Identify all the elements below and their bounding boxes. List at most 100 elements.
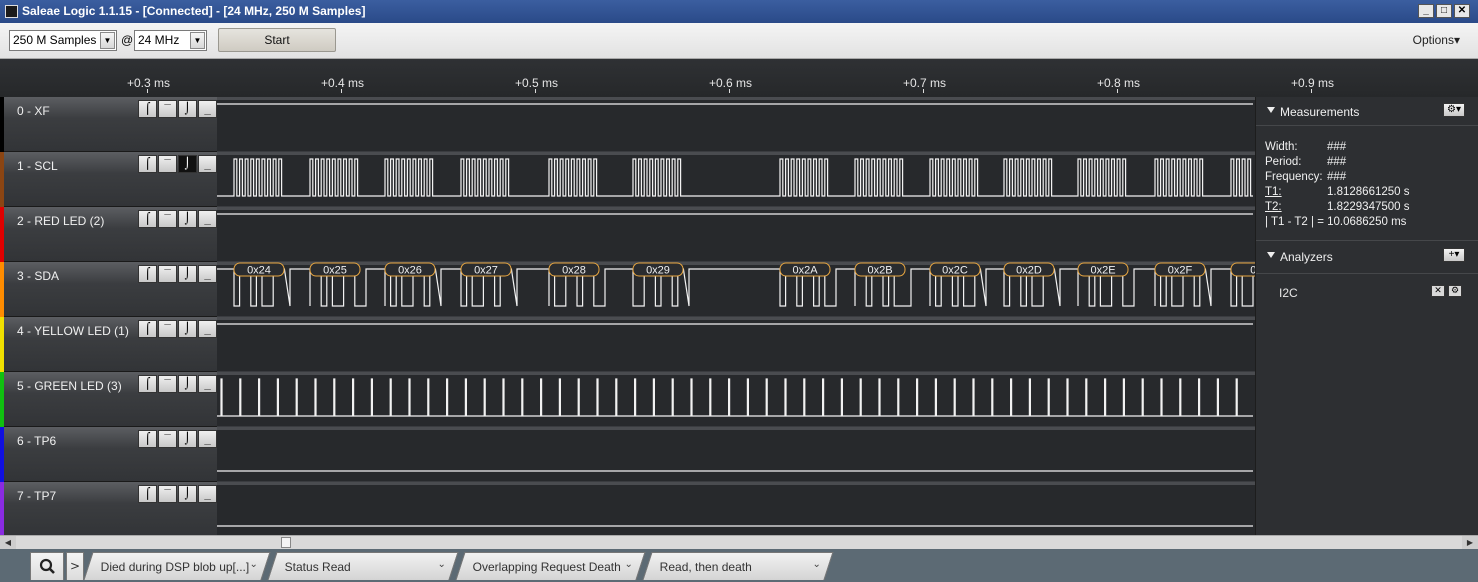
channel-label-panel[interactable]: 0 - XF ⌠ ‾ ⌡ _ <box>4 97 217 152</box>
channel-row: 3 - SDA ⌠ ‾ ⌡ _ 0x24 0x25 0x26 0x27 0x28 0x29 0x2A 0… <box>0 262 1255 317</box>
channel-label-panel[interactable]: 3 - SDA ⌠ ‾ ⌡ _ <box>4 262 217 317</box>
i2c-byte-label[interactable]: 0x29 <box>632 262 684 277</box>
time-ruler[interactable]: +0.3 ms +0.4 ms +0.5 ms +0.6 ms +0.7 ms +0.8 … <box>0 59 1478 97</box>
scroll-right-icon[interactable]: ▶ <box>1462 536 1478 549</box>
rising-edge-trigger-icon[interactable]: ⌠ <box>138 100 157 118</box>
rate-select[interactable]: 24 MHz ▼ <box>134 30 207 51</box>
low-level-trigger-icon[interactable]: _ <box>198 210 217 228</box>
scroll-thumb[interactable] <box>281 537 291 548</box>
i2c-byte-label[interactable]: 0x28 <box>548 262 600 277</box>
search-tab[interactable] <box>30 552 64 580</box>
i2c-byte-label[interactable]: 0x26 <box>384 262 436 277</box>
falling-edge-trigger-icon[interactable]: ⌡ <box>178 210 197 228</box>
low-level-trigger-icon[interactable]: _ <box>198 430 217 448</box>
rising-edge-trigger-icon[interactable]: ⌠ <box>138 265 157 283</box>
high-level-trigger-icon[interactable]: ‾ <box>158 210 177 228</box>
channel-label-panel[interactable]: 6 - TP6 ⌠ ‾ ⌡ _ <box>4 427 217 482</box>
add-analyzer-button[interactable]: +▾ <box>1443 248 1465 262</box>
tab-died-during-dsp[interactable]: Died during DSP blob up[...] ⌄ <box>83 552 271 580</box>
i2c-byte-label[interactable]: 0x2F <box>1154 262 1206 277</box>
i2c-byte-label[interactable]: 0x2A <box>779 262 831 277</box>
falling-edge-trigger-icon[interactable]: ⌡ <box>178 375 197 393</box>
tab-read-then-death[interactable]: Read, then death ⌄ <box>642 552 834 580</box>
channel-label-panel[interactable]: 5 - GREEN LED (3) ⌠ ‾ ⌡ _ <box>4 372 217 427</box>
tick-mark <box>1311 89 1312 93</box>
waveform-area[interactable]: 0x24 0x25 0x26 0x27 0x28 0x29 0x2A 0x2B 0x2C 0x2D… <box>217 262 1255 317</box>
high-level-trigger-icon[interactable]: ‾ <box>158 485 177 503</box>
tick-mark <box>1117 89 1118 93</box>
waveform-trace <box>217 317 1255 325</box>
waveform-area[interactable] <box>217 317 1255 372</box>
channel-label-panel[interactable]: 2 - RED LED (2) ⌠ ‾ ⌡ _ <box>4 207 217 262</box>
time-tick-label: +0.9 ms <box>1291 76 1335 90</box>
falling-edge-trigger-icon[interactable]: ⌡ <box>178 155 197 173</box>
rising-edge-trigger-icon[interactable]: ⌠ <box>138 210 157 228</box>
channel-label-panel[interactable]: 1 - SCL ⌠ ‾ ⌡ _ <box>4 152 217 207</box>
low-level-trigger-icon[interactable]: _ <box>198 375 217 393</box>
falling-edge-trigger-icon[interactable]: ⌡ <box>178 100 197 118</box>
low-level-trigger-icon[interactable]: _ <box>198 320 217 338</box>
falling-edge-trigger-icon[interactable]: ⌡ <box>178 320 197 338</box>
measurements-header[interactable]: Measurements ⚙▾ <box>1256 97 1478 127</box>
i2c-byte-label[interactable]: 0x24 <box>233 262 285 277</box>
horizontal-scrollbar[interactable]: ◀ ▶ <box>0 535 1478 549</box>
close-button[interactable]: ✕ <box>1454 4 1470 18</box>
time-tick-label: +0.4 ms <box>321 76 365 90</box>
tab-overlapping-request-death[interactable]: Overlapping Request Death ⌄ <box>455 552 646 580</box>
waveform-area[interactable] <box>217 372 1255 427</box>
high-level-trigger-icon[interactable]: ‾ <box>158 265 177 283</box>
i2c-byte-label[interactable]: 0x2D <box>1003 262 1055 277</box>
chevron-right-icon[interactable]: > <box>66 552 84 580</box>
high-level-trigger-icon[interactable]: ‾ <box>158 100 177 118</box>
i2c-byte-label[interactable]: 0x2B <box>854 262 906 277</box>
rising-edge-trigger-icon[interactable]: ⌠ <box>138 430 157 448</box>
i2c-byte-label[interactable]: 0x2C <box>929 262 981 277</box>
falling-edge-trigger-icon[interactable]: ⌡ <box>178 485 197 503</box>
rising-edge-trigger-icon[interactable]: ⌠ <box>138 375 157 393</box>
low-level-trigger-icon[interactable]: _ <box>198 155 217 173</box>
close-icon[interactable]: ✕ <box>1431 285 1445 297</box>
high-level-trigger-icon[interactable]: ‾ <box>158 430 177 448</box>
rising-edge-trigger-icon[interactable]: ⌠ <box>138 485 157 503</box>
i2c-byte-label[interactable]: 0x27 <box>460 262 512 277</box>
tab-status-read[interactable]: Status Read ⌄ <box>267 552 459 580</box>
waveform-area[interactable] <box>217 482 1255 537</box>
analyzer-item[interactable]: I2C ✕ ⚙ <box>1256 277 1478 303</box>
waveform-area[interactable] <box>217 427 1255 482</box>
high-level-trigger-icon[interactable]: ‾ <box>158 375 177 393</box>
low-level-trigger-icon[interactable]: _ <box>198 100 217 118</box>
low-level-trigger-icon[interactable]: _ <box>198 485 217 503</box>
rising-edge-trigger-icon[interactable]: ⌠ <box>138 155 157 173</box>
chevron-down-icon: ⌄ <box>812 559 821 570</box>
waveform-area[interactable] <box>217 207 1255 262</box>
i2c-byte-label[interactable]: 0x2E <box>1077 262 1129 277</box>
channel-list: 0 - XF ⌠ ‾ ⌡ _ 1 - SCL ⌠ ‾ ⌡ _ 2 - RED LED (2) ⌠ ‾ ⌡ _… <box>0 97 1255 537</box>
gear-icon[interactable]: ⚙▾ <box>1443 103 1465 117</box>
channel-label-panel[interactable]: 4 - YELLOW LED (1) ⌠ ‾ ⌡ _ <box>4 317 217 372</box>
scroll-left-icon[interactable]: ◀ <box>0 536 16 549</box>
waveform-area[interactable] <box>217 97 1255 152</box>
waveform-area[interactable] <box>217 152 1255 207</box>
analyzers-header[interactable]: Analyzers +▾ <box>1256 242 1478 272</box>
samples-select[interactable]: 250 M Samples ▼ <box>9 30 117 51</box>
falling-edge-trigger-icon[interactable]: ⌡ <box>178 430 197 448</box>
high-level-trigger-icon[interactable]: ‾ <box>158 320 177 338</box>
waveform-trace <box>217 482 1255 527</box>
maximize-button[interactable]: □ <box>1436 4 1452 18</box>
channel-label-panel[interactable]: 7 - TP7 ⌠ ‾ ⌡ _ <box>4 482 217 537</box>
rising-edge-trigger-icon[interactable]: ⌠ <box>138 320 157 338</box>
high-level-trigger-icon[interactable]: ‾ <box>158 155 177 173</box>
time-tick-label: +0.5 ms <box>515 76 559 90</box>
window-title: Saleae Logic 1.1.15 - [Connected] - [24 … <box>22 4 366 18</box>
search-icon <box>39 558 55 574</box>
options-button[interactable]: Options▾ <box>1413 33 1460 47</box>
waveform-trace <box>217 207 1255 215</box>
start-button[interactable]: Start <box>218 28 336 52</box>
gear-icon[interactable]: ⚙ <box>1448 285 1462 297</box>
falling-edge-trigger-icon[interactable]: ⌡ <box>178 265 197 283</box>
channel-row: 2 - RED LED (2) ⌠ ‾ ⌡ _ <box>0 207 1255 262</box>
minimize-button[interactable]: _ <box>1418 4 1434 18</box>
low-level-trigger-icon[interactable]: _ <box>198 265 217 283</box>
i2c-byte-label[interactable]: 0x <box>1230 262 1255 277</box>
i2c-byte-label[interactable]: 0x25 <box>309 262 361 277</box>
